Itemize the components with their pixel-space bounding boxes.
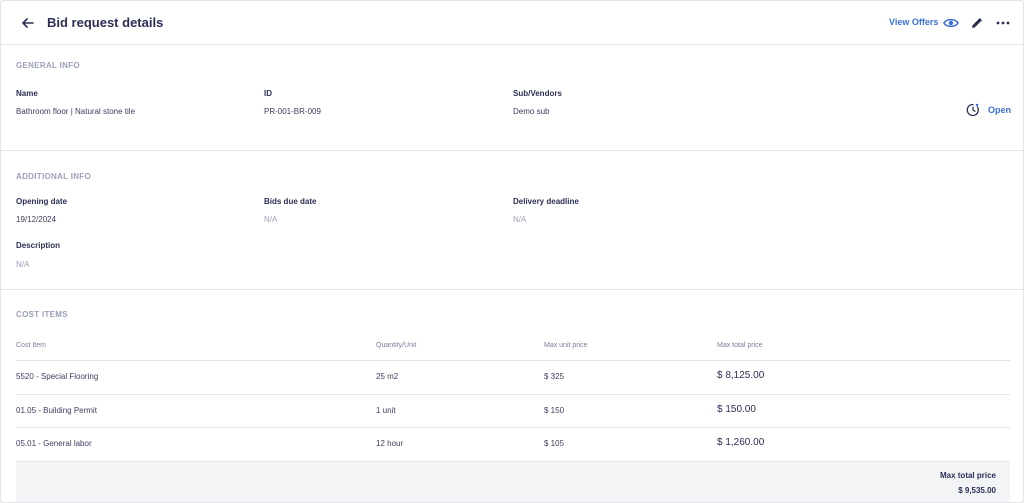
status-label: Open xyxy=(988,105,1012,115)
more-horizontal-icon xyxy=(996,21,1010,25)
preview-button[interactable] xyxy=(941,13,961,33)
bids-due-date-label: Bids due date xyxy=(264,197,317,206)
opening-date-value: 19/12/2024 xyxy=(16,215,57,224)
delivery-deadline-label: Delivery deadline xyxy=(513,197,579,206)
column-header-cost-item: Cost Item xyxy=(16,342,46,349)
cost-item-cell: 5520 - Special Flooring xyxy=(16,372,99,381)
eye-icon xyxy=(943,18,959,28)
section-title: COST ITEMS xyxy=(16,310,68,319)
section-title: ADDITIONAL INFO xyxy=(16,172,92,181)
delivery-deadline-value: N/A xyxy=(513,215,527,224)
quantity-cell: 1 unit xyxy=(376,406,396,415)
description-value: N/A xyxy=(16,260,30,269)
bid-request-card: Bid request details View Offers GENERAL … xyxy=(0,0,1024,503)
row-divider xyxy=(16,427,1010,428)
status-badge[interactable]: Open xyxy=(965,102,1023,118)
name-label: Name xyxy=(16,89,38,98)
total-price-cell: $ 1,260.00 xyxy=(717,437,765,448)
sub-vendors-value: Demo sub xyxy=(513,107,550,116)
more-actions-button[interactable] xyxy=(993,13,1013,33)
column-header-max-total-price: Max total price xyxy=(717,342,763,349)
additional-info-section: ADDITIONAL INFO Opening date 19/12/2024 … xyxy=(1,151,1023,290)
arrow-left-icon xyxy=(22,18,34,28)
total-price-cell: $ 150.00 xyxy=(717,404,756,415)
pencil-icon xyxy=(972,18,982,28)
id-label: ID xyxy=(264,89,272,98)
view-offers-link[interactable]: View Offers xyxy=(889,17,938,27)
bids-due-date-value: N/A xyxy=(264,215,278,224)
row-divider xyxy=(16,360,1010,361)
total-value: $ 9,535.00 xyxy=(958,486,996,495)
cost-item-cell: 05.01 - General labor xyxy=(16,439,92,448)
total-price-cell: $ 8,125.00 xyxy=(717,370,765,381)
unit-price-cell: $ 150 xyxy=(544,406,565,415)
status-clock-icon xyxy=(966,103,979,117)
total-summary: Max total price $ 9,535.00 xyxy=(16,461,1010,502)
row-divider xyxy=(16,394,1010,395)
sub-vendors-label: Sub/Vendors xyxy=(513,89,562,98)
opening-date-label: Opening date xyxy=(16,197,68,206)
page-title: Bid request details xyxy=(47,15,164,30)
column-header-quantity: Quantity/Unit xyxy=(376,342,417,349)
cost-item-cell: 01.05 - Building Permit xyxy=(16,406,97,415)
quantity-cell: 25 m2 xyxy=(376,372,399,381)
unit-price-cell: $ 105 xyxy=(544,439,565,448)
page-header: Bid request details View Offers xyxy=(1,1,1023,45)
general-info-section: GENERAL INFO Open Name Bathroom floor | … xyxy=(1,45,1023,151)
quantity-cell: 12 hour xyxy=(376,439,404,448)
column-header-max-unit-price: Max unit price xyxy=(544,342,588,349)
unit-price-cell: $ 325 xyxy=(544,372,565,381)
description-label: Description xyxy=(16,241,61,250)
section-title: GENERAL INFO xyxy=(16,61,80,70)
name-value: Bathroom floor | Natural stone tile xyxy=(16,107,136,116)
total-label: Max total price xyxy=(939,471,996,480)
id-value: PR-001-BR-009 xyxy=(264,107,321,116)
edit-button[interactable] xyxy=(967,13,987,33)
back-button[interactable] xyxy=(18,13,38,33)
